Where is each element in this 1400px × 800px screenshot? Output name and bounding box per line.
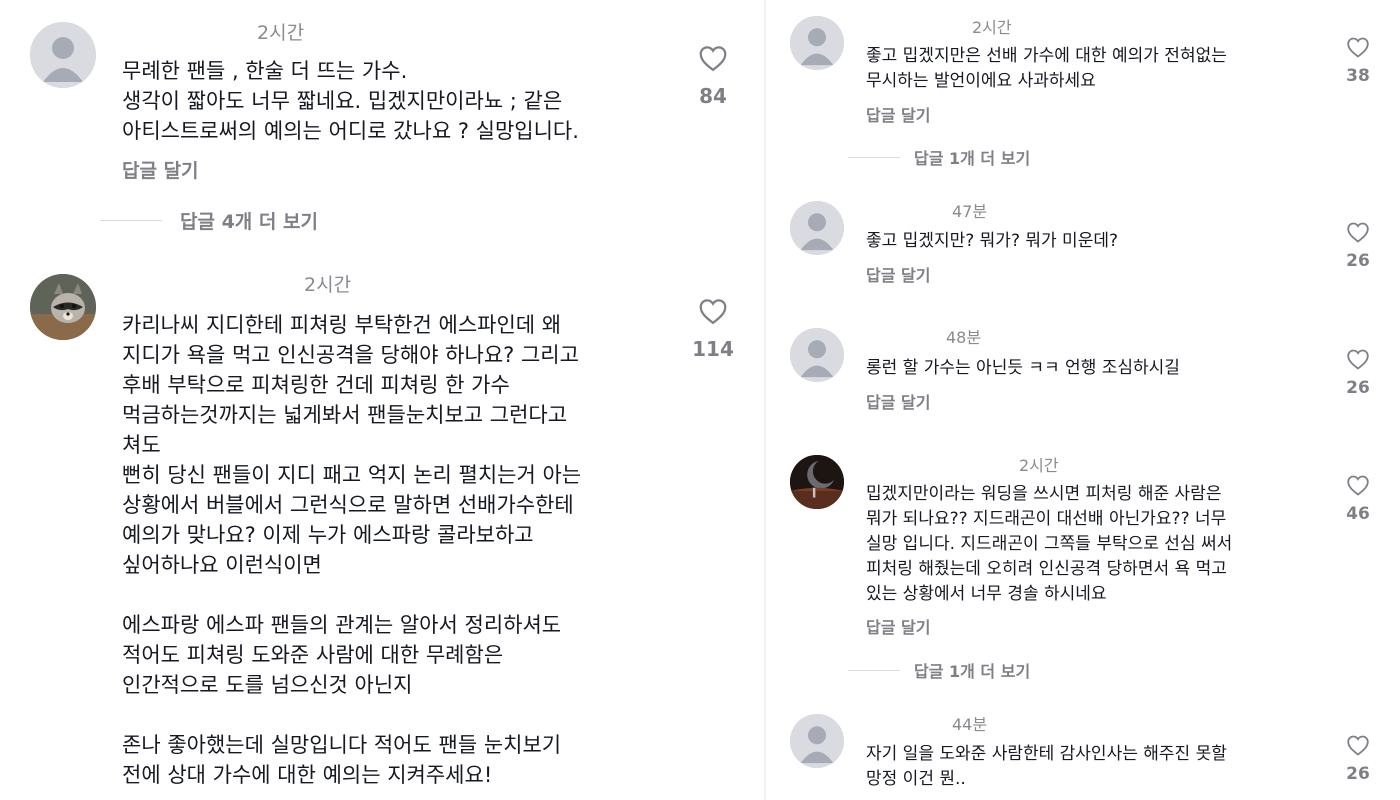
view-more-replies-label: 답글 4개 더 보기 bbox=[180, 211, 318, 233]
heart-icon bbox=[699, 46, 727, 72]
heart-icon bbox=[699, 299, 727, 325]
comment-text: 좋고 밉겠지만은 선배 가수에 대한 예의가 전혀없는 무시하는 발언이에요 사… bbox=[866, 46, 1227, 91]
view-more-replies-label: 답글 1개 더 보기 bbox=[914, 149, 1031, 168]
heart-icon bbox=[1347, 222, 1369, 243]
like-button[interactable]: 84 bbox=[688, 44, 738, 108]
default-avatar-icon[interactable] bbox=[30, 22, 96, 88]
default-avatar-icon[interactable] bbox=[790, 714, 844, 768]
comment-timestamp: 47분 bbox=[952, 202, 988, 221]
comment-text: 카리나씨 지디한테 피쳐링 부탁한건 에스파인데 왜 지디가 욕을 먹고 인신공… bbox=[122, 313, 582, 787]
comment-timestamp: 2시간 bbox=[304, 274, 352, 296]
raccoon-avatar-icon[interactable] bbox=[30, 274, 96, 340]
like-count: 26 bbox=[1346, 764, 1370, 784]
left-comment-panel: 2시간 무례한 팬들 , 한술 더 뜨는 가수. 생각이 짧아도 너무 짧네요.… bbox=[0, 0, 766, 800]
comment-text: 자기 일을 도와준 사람한테 감사인사는 해주진 못할 망정 이건 뭔.. bbox=[866, 744, 1227, 789]
reply-button[interactable]: 답글 달기 bbox=[866, 262, 930, 286]
reply-button[interactable]: 답글 달기 bbox=[866, 102, 930, 126]
heart-icon bbox=[1347, 735, 1369, 756]
moon-photo-avatar-icon[interactable] bbox=[790, 455, 844, 509]
separator-line bbox=[848, 156, 900, 158]
like-button[interactable]: 46 bbox=[1336, 474, 1380, 524]
view-more-replies-button[interactable]: 답글 4개 더 보기 bbox=[100, 207, 318, 234]
like-count: 38 bbox=[1346, 66, 1370, 86]
like-button[interactable]: 26 bbox=[1336, 221, 1380, 271]
comment-timestamp: 48분 bbox=[946, 328, 982, 347]
heart-icon bbox=[1347, 37, 1369, 58]
like-count: 114 bbox=[692, 337, 734, 361]
heart-icon bbox=[1347, 475, 1369, 496]
comment-text: 롱런 할 가수는 아닌듯 ㅋㅋ 언행 조심하시길 bbox=[866, 358, 1180, 378]
like-button[interactable]: 26 bbox=[1336, 734, 1380, 784]
view-more-replies-button[interactable]: 답글 1개 더 보기 bbox=[848, 145, 1030, 169]
comment-text: 밉겠지만이라는 워딩을 쓰시면 피처링 해준 사람은 뭐가 되나요?? 지드래곤… bbox=[866, 484, 1233, 604]
reply-button[interactable]: 답글 달기 bbox=[866, 614, 930, 638]
comment-timestamp: 2시간 bbox=[257, 22, 305, 44]
comment-text: 좋고 밉겠지만? 뭐가? 뭐가 미운데? bbox=[866, 231, 1119, 251]
comment-timestamp: 2시간 bbox=[972, 18, 1012, 37]
default-avatar-icon[interactable] bbox=[790, 328, 844, 382]
comment-text: 무례한 팬들 , 한술 더 뜨는 가수. 생각이 짧아도 너무 짧네요. 밉겠지… bbox=[122, 59, 579, 143]
separator-line bbox=[100, 220, 162, 221]
default-avatar-icon[interactable] bbox=[790, 201, 844, 255]
like-button[interactable]: 114 bbox=[688, 297, 738, 361]
like-button[interactable]: 26 bbox=[1336, 348, 1380, 398]
separator-line bbox=[848, 669, 900, 671]
like-count: 84 bbox=[699, 84, 727, 108]
redacted-username bbox=[120, 14, 248, 44]
comment-timestamp: 2시간 bbox=[1019, 456, 1059, 475]
like-button[interactable]: 38 bbox=[1336, 36, 1380, 86]
reply-button[interactable]: 답글 달기 bbox=[122, 156, 199, 183]
reply-button[interactable]: 답글 달기 bbox=[866, 389, 930, 413]
like-count: 46 bbox=[1346, 504, 1370, 524]
default-avatar-icon[interactable] bbox=[790, 16, 844, 70]
like-count: 26 bbox=[1346, 378, 1370, 398]
like-count: 26 bbox=[1346, 251, 1370, 271]
view-more-replies-button[interactable]: 답글 1개 더 보기 bbox=[848, 658, 1030, 682]
heart-icon bbox=[1347, 349, 1369, 370]
comment-timestamp: 44분 bbox=[952, 715, 988, 734]
view-more-replies-label: 답글 1개 더 보기 bbox=[914, 662, 1031, 681]
redacted-username bbox=[120, 266, 295, 296]
right-comment-panel: 2시간 좋고 밉겠지만은 선배 가수에 대한 예의가 전혀없는 무시하는 발언이… bbox=[766, 0, 1400, 800]
